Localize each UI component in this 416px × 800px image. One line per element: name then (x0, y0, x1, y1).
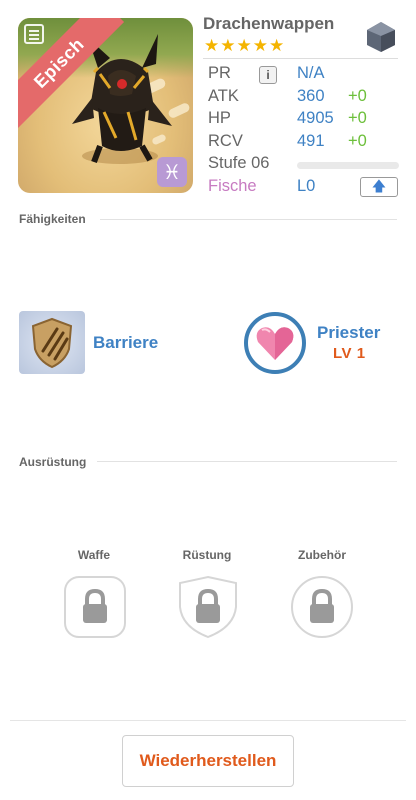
armor-slot-label: Rüstung (182, 548, 232, 562)
weapon-slot[interactable] (63, 575, 127, 639)
abilities-title: Fähigkeiten (19, 212, 86, 226)
abilities-divider (100, 219, 397, 220)
stat-bonus: +0 (348, 131, 367, 150)
info-icon[interactable]: i (259, 66, 277, 84)
accessory-slot-label: Zubehör (298, 548, 346, 562)
level-label: Stufe 06 (208, 154, 270, 172)
stat-value: 4905 (297, 109, 334, 127)
stat-label: HP (208, 109, 231, 127)
accessory-slot[interactable] (290, 575, 354, 639)
stat-value: 360 (297, 86, 325, 105)
stat-label: RCV (208, 131, 243, 150)
bottom-divider (10, 720, 406, 721)
equipment-title: Ausrüstung (19, 455, 87, 469)
weapon-slot-label: Waffe (77, 548, 111, 562)
fish-value: L0 (297, 176, 316, 195)
armor-slot[interactable] (176, 575, 240, 639)
monster-name: Drachenwappen (203, 14, 335, 33)
stat-label: ATK (208, 86, 239, 105)
skill-button[interactable] (19, 311, 85, 374)
stat-row-pr: PR i N/A (208, 64, 400, 87)
stat-bonus: +0 (348, 109, 367, 127)
star-rating: ★★★★★ (204, 36, 286, 56)
fish-label: Fische (208, 176, 257, 195)
stat-row-hp: HP 4905 +0 (208, 109, 400, 132)
shield-claw-icon (31, 317, 73, 369)
monster-portrait[interactable]: Episch ♓ (18, 18, 193, 193)
class-level: LV 1 (333, 345, 366, 362)
stat-row-rcv: RCV 491 +0 (208, 132, 400, 155)
stat-value: 491 (297, 131, 325, 150)
heart-icon (256, 327, 294, 360)
calendar-icon[interactable] (24, 24, 44, 44)
stat-row-level: Stufe 06 (208, 154, 400, 177)
class-name[interactable]: Priester (317, 323, 380, 343)
stat-row-atk: ATK 360 +0 (208, 87, 400, 110)
stone-gem-icon[interactable] (364, 20, 398, 54)
stat-label: PR (208, 64, 231, 82)
upgrade-arrow-icon[interactable]: 🡅 (360, 176, 398, 197)
skill-name[interactable]: Barriere (93, 333, 158, 353)
class-button[interactable] (244, 312, 306, 374)
level-progress-bar (297, 162, 399, 169)
restore-button[interactable]: Wiederherstellen (122, 735, 294, 787)
stats-panel: PR i N/A ATK 360 +0 HP 4905 +0 RCV 491 +… (208, 64, 400, 199)
equipment-divider (97, 461, 397, 462)
pisces-element-icon: ♓ (157, 157, 187, 187)
stat-row-fish: Fische L0 🡅 (208, 176, 400, 200)
stat-value: N/A (297, 64, 325, 82)
stat-bonus: +0 (348, 86, 367, 105)
header-divider (203, 58, 398, 59)
